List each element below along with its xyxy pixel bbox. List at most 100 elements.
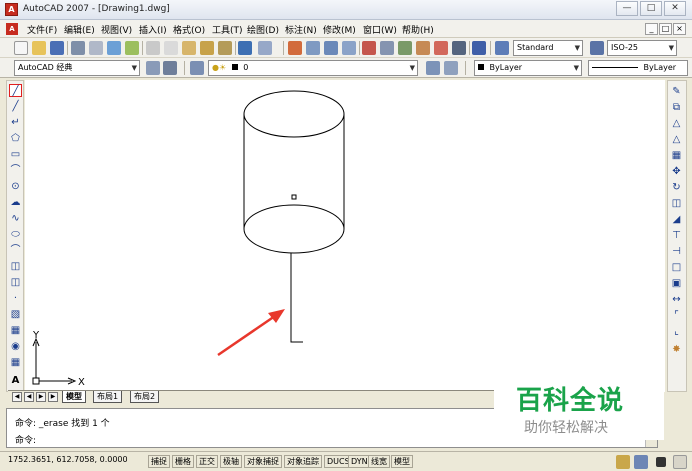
move-icon[interactable]: ✥ — [670, 165, 683, 178]
my-workspace-icon[interactable] — [163, 61, 177, 75]
command-prompt[interactable]: 命令: — [15, 433, 36, 446]
first-tab-icon[interactable]: ◀ — [12, 392, 22, 402]
menu-file[interactable]: 文件(F) — [27, 23, 57, 36]
menu-edit[interactable]: 编辑(E) — [64, 23, 95, 36]
save-icon[interactable] — [50, 41, 64, 55]
publish-icon[interactable] — [107, 41, 121, 55]
break-at-point-icon[interactable]: □ — [670, 261, 683, 274]
tab-model[interactable]: 模型 — [62, 391, 86, 403]
grid-toggle[interactable]: 栅格 — [172, 455, 194, 468]
doc-minimize-button[interactable]: _ — [645, 23, 658, 35]
offset-icon[interactable]: △ — [670, 133, 683, 146]
menu-format[interactable]: 格式(O) — [173, 23, 205, 36]
menu-insert[interactable]: 插入(I) — [139, 23, 167, 36]
line-icon[interactable]: ╱ — [9, 84, 22, 97]
plot-icon[interactable] — [71, 41, 85, 55]
cylinder-3d[interactable] — [243, 90, 345, 254]
snap-toggle[interactable]: 捕捉 — [148, 455, 170, 468]
block-editor-icon[interactable] — [218, 41, 232, 55]
tab-layout1[interactable]: 布局1 — [93, 391, 123, 403]
layer-select[interactable]: ●☀ 0 ▼ — [208, 60, 418, 76]
menu-tools[interactable]: 工具(T) — [212, 23, 243, 36]
paste-icon[interactable] — [182, 41, 196, 55]
status-menu-icon[interactable] — [656, 457, 666, 467]
break-icon[interactable]: ▣ — [670, 277, 683, 290]
stretch-icon[interactable]: ◢ — [670, 213, 683, 226]
markup-icon[interactable] — [434, 41, 448, 55]
ellipse-arc-icon[interactable]: ⌒ — [9, 244, 22, 257]
3d-dwf-icon[interactable] — [125, 41, 139, 55]
arc-icon[interactable]: ⌒ — [9, 164, 22, 177]
match-properties-icon[interactable] — [200, 41, 214, 55]
region-icon[interactable]: ◉ — [9, 340, 22, 353]
close-button[interactable]: ✕ — [664, 1, 686, 16]
extend-icon[interactable]: ⊣ — [670, 245, 683, 258]
workspace-select[interactable]: AutoCAD 经典 ▼ — [14, 60, 140, 76]
join-icon[interactable]: ↔ — [670, 293, 683, 306]
tool-palettes-icon[interactable] — [398, 41, 412, 55]
last-tab-icon[interactable]: ▶ — [48, 392, 58, 402]
menu-dimension[interactable]: 标注(N) — [285, 23, 317, 36]
autocad-logo-icon[interactable]: A — [5, 3, 18, 16]
menu-modify[interactable]: 修改(M) — [323, 23, 356, 36]
next-tab-icon[interactable]: ▶ — [36, 392, 46, 402]
otrack-toggle[interactable]: 对象追踪 — [284, 455, 322, 468]
menu-help[interactable]: 帮助(H) — [402, 23, 434, 36]
spline-icon[interactable]: ∿ — [9, 212, 22, 225]
cut-icon[interactable] — [146, 41, 160, 55]
open-icon[interactable] — [32, 41, 46, 55]
comm-center-icon[interactable] — [616, 455, 630, 469]
insert-block-icon[interactable]: ◫ — [9, 260, 22, 273]
tab-layout2[interactable]: 布局2 — [130, 391, 160, 403]
cylinder-bottom-ellipse[interactable] — [243, 204, 345, 254]
redo-icon[interactable] — [258, 41, 272, 55]
ortho-toggle[interactable]: 正交 — [196, 455, 218, 468]
copy-icon[interactable]: ⧉ — [670, 101, 683, 114]
mirror-icon[interactable]: △ — [670, 117, 683, 130]
undo-icon[interactable] — [238, 41, 252, 55]
model-toggle[interactable]: 模型 — [391, 455, 413, 468]
dim-style-icon[interactable] — [590, 41, 604, 55]
plot-preview-icon[interactable] — [89, 41, 103, 55]
layer-manager-icon[interactable] — [190, 61, 204, 75]
copy-clip-icon[interactable] — [164, 41, 178, 55]
sweep-path-line[interactable] — [290, 253, 303, 343]
quickcalc-icon[interactable] — [452, 41, 466, 55]
make-object-layer-current-icon[interactable] — [426, 61, 440, 75]
cylinder-top-ellipse[interactable] — [243, 90, 345, 138]
rectangle-icon[interactable]: ▭ — [9, 148, 22, 161]
polyline-icon[interactable]: ↵ — [9, 116, 22, 129]
prev-tab-icon[interactable]: ◀ — [24, 392, 34, 402]
lock-icon[interactable] — [634, 455, 648, 469]
dim-style-select[interactable]: ISO-25 ▼ — [607, 40, 677, 56]
color-control-select[interactable]: ByLayer ▼ — [474, 60, 582, 76]
pan-icon[interactable] — [288, 41, 302, 55]
menu-draw[interactable]: 绘图(D) — [247, 23, 279, 36]
array-icon[interactable]: ▦ — [670, 149, 683, 162]
explode-icon[interactable]: ✸ — [670, 343, 683, 356]
point-icon[interactable]: · — [9, 292, 22, 305]
chamfer-icon[interactable]: ⌜ — [670, 309, 683, 322]
table-icon[interactable]: ▦ — [9, 356, 22, 369]
fillet-icon[interactable]: ⌞ — [670, 325, 683, 338]
lineweight-toggle[interactable]: 线宽 — [368, 455, 390, 468]
doc-close-button[interactable]: × — [673, 23, 686, 35]
document-icon[interactable]: A — [6, 23, 18, 35]
workspace-settings-icon[interactable] — [146, 61, 160, 75]
sheet-set-icon[interactable] — [416, 41, 430, 55]
revision-cloud-icon[interactable]: ☁ — [9, 196, 22, 209]
doc-restore-button[interactable]: □ — [659, 23, 672, 35]
new-icon[interactable] — [14, 41, 28, 55]
drawing-canvas[interactable]: Y X — [25, 80, 665, 392]
osnap-toggle[interactable]: 对象捕捉 — [244, 455, 282, 468]
help-icon[interactable] — [472, 41, 486, 55]
polar-toggle[interactable]: 极轴 — [220, 455, 242, 468]
properties-icon[interactable] — [362, 41, 376, 55]
trim-icon[interactable]: ⊤ — [670, 229, 683, 242]
zoom-realtime-icon[interactable] — [306, 41, 320, 55]
text-style-select[interactable]: Standard ▼ — [513, 40, 583, 56]
circle-icon[interactable]: ⊙ — [9, 180, 22, 193]
clean-screen-icon[interactable] — [673, 455, 687, 469]
scale-icon[interactable]: ◫ — [670, 197, 683, 210]
linetype-control-select[interactable]: ByLayer — [588, 60, 688, 76]
